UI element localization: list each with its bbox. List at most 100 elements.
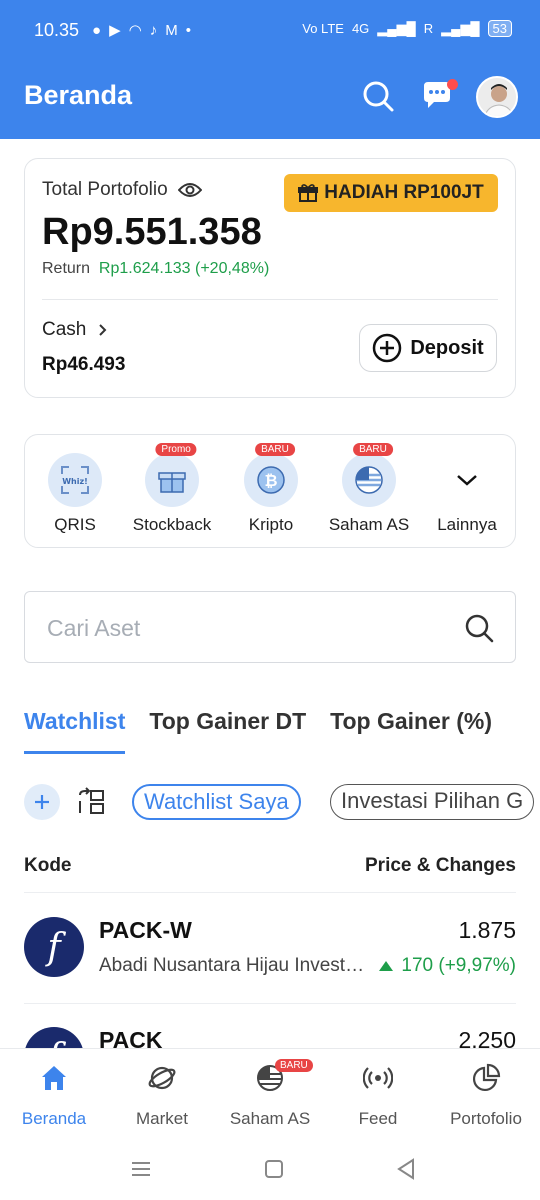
nav-market[interactable]: Market	[108, 1063, 216, 1129]
avatar[interactable]	[476, 76, 518, 118]
nav-saham-as[interactable]: BARU Saham AS	[216, 1059, 324, 1129]
gmail-notification-icon: M	[165, 22, 178, 39]
us-flag-icon: BARU	[342, 443, 396, 507]
notification-dot	[447, 79, 458, 90]
cash-label: Cash	[42, 319, 87, 340]
broadcast-icon	[363, 1067, 393, 1089]
table-row[interactable]: f PACK-W Abadi Nusantara Hijau Investama…	[24, 893, 516, 1003]
new-tag: BARU	[353, 443, 393, 456]
market-tabs: Watchlist Top Gainer DT Top Gainer (%)	[24, 708, 492, 754]
gift-icon	[298, 184, 319, 202]
deposit-button[interactable]: Deposit	[359, 324, 497, 372]
gift-box-icon: Promo	[145, 443, 199, 507]
recent-apps-icon[interactable]	[128, 1156, 154, 1182]
stock-change-value: 170 (+9,97%)	[401, 955, 516, 976]
network-4g-icon: 4G	[351, 21, 370, 36]
stock-logo-icon: f	[24, 917, 84, 977]
tab-watchlist[interactable]: Watchlist	[24, 708, 126, 754]
nav-label: Portofolio	[450, 1109, 522, 1128]
app-header: 10.35 ● ▶ ◠ ♪ M • Vo LTE 4G ▂▄▆█ R ▂▄▆█ …	[0, 0, 540, 139]
search-input[interactable]	[47, 612, 447, 644]
shortcut-label: Saham AS	[328, 515, 410, 534]
headphones-notification-icon: ◠	[128, 22, 142, 39]
battery-icon: 53	[487, 20, 512, 37]
shortcut-label: Kripto	[248, 515, 294, 534]
page-title: Beranda	[24, 80, 133, 110]
shortcut-menu: Whiz! QRIS Promo Stockback BARU ₿ Kripto	[24, 434, 516, 548]
add-watchlist-button[interactable]	[24, 784, 60, 820]
shortcut-label: QRIS	[54, 515, 96, 534]
system-navigation-bar	[0, 1140, 540, 1200]
shortcut-qris[interactable]: Whiz! QRIS	[25, 453, 125, 535]
promo-badge[interactable]: HADIAH RP100JT	[284, 174, 498, 212]
shortcut-saham-as[interactable]: BARU Saham AS	[319, 443, 419, 535]
portfolio-card: Total Portofolio HADIAH RP100JT Rp9.551.…	[24, 158, 516, 398]
shortcut-label: Lainnya	[437, 515, 497, 534]
stock-code: PACK-W	[99, 917, 192, 943]
pie-chart-icon	[472, 1063, 501, 1092]
planet-icon	[148, 1066, 176, 1090]
shortcut-lainnya[interactable]: Lainnya	[417, 453, 517, 535]
portfolio-return: Return Rp1.624.133 (+20,48%)	[42, 260, 269, 278]
avatar-image-icon	[478, 78, 516, 116]
status-notification-icons: ● ▶ ◠ ♪ M •	[92, 20, 191, 42]
watchlist-pill[interactable]: Investasi Pilihan G	[330, 784, 535, 820]
nav-portofolio[interactable]: Portofolio	[432, 1063, 540, 1129]
table-header: Kode Price & Changes	[24, 855, 516, 877]
new-tag: BARU	[255, 443, 295, 456]
tab-top-gainer-percent[interactable]: Top Gainer (%)	[330, 708, 492, 754]
column-code: Kode	[24, 855, 72, 876]
home-icon	[42, 1066, 66, 1090]
more-notifications-icon: •	[185, 22, 191, 39]
watchlist-selector: Watchlist Saya Investasi Pilihan G	[24, 782, 540, 822]
back-icon[interactable]	[393, 1156, 419, 1182]
nav-label: Saham AS	[229, 1109, 311, 1128]
portfolio-label: Total Portofolio	[42, 179, 168, 200]
status-system-icons: Vo LTE 4G ▂▄▆█ R ▂▄▆█ 53	[302, 20, 512, 37]
bitcoin-icon: BARU ₿	[244, 443, 298, 507]
volte-icon: Vo LTE	[302, 21, 344, 36]
deposit-label: Deposit	[410, 336, 484, 359]
search-field[interactable]	[24, 591, 516, 663]
return-value: Rp1.624.133 (+20,48%)	[98, 260, 270, 277]
watchlist-pill-active[interactable]: Watchlist Saya	[132, 784, 301, 820]
chevron-down-icon	[440, 453, 494, 507]
cash-value: Rp46.493	[42, 354, 126, 375]
divider	[42, 299, 498, 300]
qris-icon-text: Whiz!	[62, 477, 88, 486]
svg-text:₿: ₿	[264, 471, 277, 490]
signal-icon-2: ▂▄▆█	[441, 20, 480, 36]
youtube-notification-icon: ▶	[109, 22, 121, 39]
promo-tag: Promo	[155, 443, 197, 456]
promo-badge-label: HADIAH RP100JT	[324, 182, 484, 203]
cash-link[interactable]: Cash	[42, 319, 108, 341]
nav-label: Feed	[358, 1109, 398, 1128]
status-time: 10.35	[34, 20, 80, 40]
nav-beranda[interactable]: Beranda	[0, 1063, 108, 1129]
triangle-up-icon	[379, 961, 394, 971]
eye-icon[interactable]	[177, 181, 202, 199]
search-icon[interactable]	[463, 612, 495, 644]
home-button-icon[interactable]	[261, 1156, 287, 1182]
new-tag: BARU	[275, 1059, 313, 1072]
shortcut-label: Stockback	[132, 515, 212, 534]
chat-notification-icon: ●	[92, 22, 102, 39]
bottom-navigation: Beranda Market BARU Saham AS Feed Portof…	[0, 1048, 540, 1140]
nav-feed[interactable]: Feed	[324, 1063, 432, 1129]
shortcut-stockback[interactable]: Promo Stockback	[122, 443, 222, 535]
status-bar: 10.35 ● ▶ ◠ ♪ M • Vo LTE 4G ▂▄▆█ R ▂▄▆█ …	[0, 0, 540, 62]
stock-change: 170 (+9,97%)	[379, 955, 516, 977]
stock-price: 1.875	[458, 917, 516, 943]
portfolio-value: Rp9.551.358	[42, 211, 262, 253]
tab-top-gainer-dt[interactable]: Top Gainer DT	[149, 708, 306, 754]
edit-watchlist-icon[interactable]	[76, 787, 106, 817]
portfolio-label-row: Total Portofolio	[42, 179, 202, 201]
nav-label: Market	[136, 1109, 188, 1128]
signal-icon: ▂▄▆█	[377, 20, 416, 36]
shortcut-kripto[interactable]: BARU ₿ Kripto	[221, 443, 321, 535]
plus-circle-icon	[373, 333, 402, 363]
column-price: Price & Changes	[365, 855, 516, 876]
stock-name: Abadi Nusantara Hijau Investama Tbk	[99, 955, 369, 976]
search-icon[interactable]	[360, 78, 396, 114]
chevron-right-icon	[99, 324, 107, 336]
